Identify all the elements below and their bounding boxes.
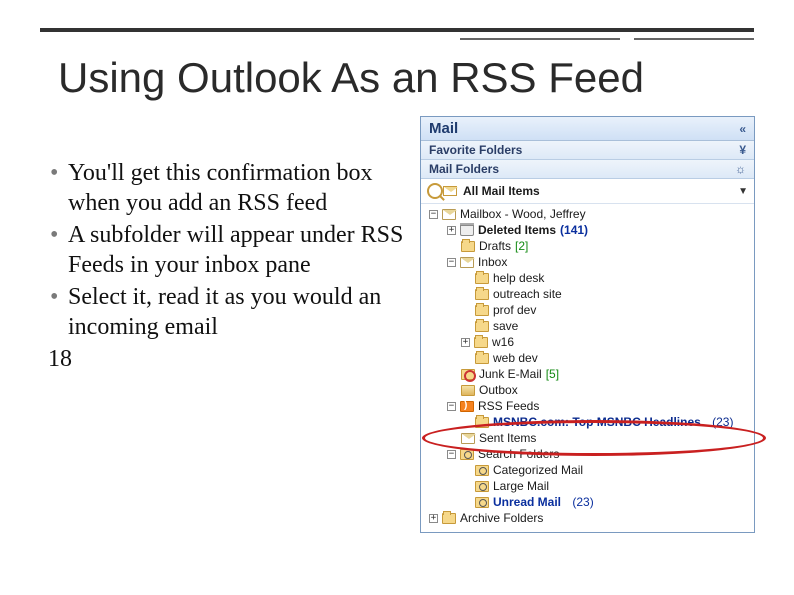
folder-label: help desk	[493, 271, 544, 285]
folder-icon	[474, 337, 488, 348]
folder-icon	[475, 305, 489, 316]
folder-icon	[475, 289, 489, 300]
folder-icon	[475, 273, 489, 284]
bullet-item: A subfolder will appear under RSS Feeds …	[46, 220, 406, 280]
expand-toggle[interactable]: +	[447, 226, 456, 235]
collapse-toggle[interactable]: −	[447, 402, 456, 411]
folder-label: outreach site	[493, 287, 562, 301]
outbox-icon	[461, 385, 475, 396]
collapse-icon[interactable]: «	[739, 122, 746, 136]
folder-outreach[interactable]: outreach site	[427, 286, 750, 302]
sent-label: Sent Items	[479, 431, 536, 445]
folder-label: prof dev	[493, 303, 536, 317]
folder-help-desk[interactable]: help desk	[427, 270, 750, 286]
expand-toggle[interactable]: +	[461, 338, 470, 347]
sent-items-node[interactable]: Sent Items	[427, 430, 750, 446]
deleted-items-node[interactable]: + Deleted Items (141)	[427, 222, 750, 238]
drafts-count: [2]	[515, 239, 528, 253]
mail-header[interactable]: Mail «	[421, 117, 754, 141]
search-folders-node[interactable]: − Search Folders	[427, 446, 750, 462]
rss-icon	[460, 401, 474, 412]
folder-label: w16	[492, 335, 514, 349]
search-icon	[427, 183, 443, 199]
all-mail-label: All Mail Items	[463, 184, 540, 198]
sent-icon	[461, 433, 475, 444]
search-folder-icon	[475, 497, 489, 508]
collapse-toggle[interactable]: −	[447, 450, 456, 459]
expand-toggle[interactable]: +	[429, 514, 438, 523]
mail-header-label: Mail	[429, 120, 458, 137]
bullet-item: You'll get this confirmation box when yo…	[46, 158, 406, 218]
chevron-down-icon[interactable]: ¥	[739, 143, 746, 157]
page-number: 18	[46, 344, 406, 374]
folder-tree: − Mailbox - Wood, Jeffrey + Deleted Item…	[421, 204, 754, 532]
mail-folders-header[interactable]: Mail Folders ☼	[421, 160, 754, 179]
unread-label: Unread Mail	[493, 495, 561, 509]
msnbc-count: (23)	[712, 415, 733, 429]
junk-node[interactable]: Junk E-Mail [5]	[427, 366, 750, 382]
large-mail-label: Large Mail	[493, 479, 549, 493]
unread-mail-node[interactable]: Unread Mail (23)	[427, 494, 750, 510]
folder-label: web dev	[493, 351, 538, 365]
folder-save[interactable]: save	[427, 318, 750, 334]
slide-title: Using Outlook As an RSS Feed	[58, 54, 644, 102]
drafts-node[interactable]: Drafts [2]	[427, 238, 750, 254]
archive-node[interactable]: + Archive Folders	[427, 510, 750, 526]
deleted-label: Deleted Items	[478, 223, 556, 237]
outbox-label: Outbox	[479, 383, 518, 397]
junk-icon	[461, 369, 475, 380]
folder-prof-dev[interactable]: prof dev	[427, 302, 750, 318]
outbox-node[interactable]: Outbox	[427, 382, 750, 398]
mailbox-icon	[442, 209, 456, 220]
outlook-navigation-pane: Mail « Favorite Folders ¥ Mail Folders ☼…	[420, 116, 755, 533]
bullet-item: Select it, read it as you would an incom…	[46, 282, 406, 342]
inbox-label: Inbox	[478, 255, 507, 269]
mailbox-label: Mailbox - Wood, Jeffrey	[460, 207, 586, 221]
deleted-count: (141)	[560, 223, 588, 237]
dropdown-icon[interactable]: ▼	[738, 186, 748, 197]
all-mail-items[interactable]: All Mail Items ▼	[421, 179, 754, 204]
rss-label: RSS Feeds	[478, 399, 539, 413]
collapse-toggle[interactable]: −	[447, 258, 456, 267]
folder-w16[interactable]: + w16	[427, 334, 750, 350]
junk-label: Junk E-Mail	[479, 367, 542, 381]
drafts-label: Drafts	[479, 239, 511, 253]
archive-label: Archive Folders	[460, 511, 543, 525]
favorite-folders-header[interactable]: Favorite Folders ¥	[421, 141, 754, 160]
large-mail-node[interactable]: Large Mail	[427, 478, 750, 494]
search-folders-label: Search Folders	[478, 447, 559, 461]
rss-feeds-node[interactable]: − RSS Feeds	[427, 398, 750, 414]
unread-count: (23)	[572, 495, 593, 509]
decorative-top-lines	[40, 28, 754, 40]
categorized-node[interactable]: Categorized Mail	[427, 462, 750, 478]
mailbox-node[interactable]: − Mailbox - Wood, Jeffrey	[427, 206, 750, 222]
folder-label: save	[493, 319, 518, 333]
collapse-toggle[interactable]: −	[429, 210, 438, 219]
categorized-label: Categorized Mail	[493, 463, 583, 477]
mail-folders-label: Mail Folders	[429, 162, 499, 176]
trash-icon	[460, 225, 474, 236]
folder-icon	[475, 321, 489, 332]
search-folder-icon	[475, 481, 489, 492]
folder-icon	[475, 417, 489, 428]
rss-msnbc-node[interactable]: MSNBC.com: Top MSNBC Headlines (23)	[427, 414, 750, 430]
search-folder-icon	[460, 449, 474, 460]
folder-icon	[475, 353, 489, 364]
search-folder-icon	[475, 465, 489, 476]
junk-count: [5]	[546, 367, 559, 381]
archive-icon	[442, 513, 456, 524]
envelope-icon	[443, 186, 457, 196]
msnbc-label: MSNBC.com: Top MSNBC Headlines	[493, 415, 701, 429]
favorite-folders-label: Favorite Folders	[429, 143, 522, 157]
inbox-icon	[460, 257, 474, 268]
slide-body: You'll get this confirmation box when yo…	[46, 158, 406, 374]
inbox-node[interactable]: − Inbox	[427, 254, 750, 270]
folder-web-dev[interactable]: web dev	[427, 350, 750, 366]
drafts-icon	[461, 241, 475, 252]
chevron-up-icon[interactable]: ☼	[735, 162, 746, 176]
